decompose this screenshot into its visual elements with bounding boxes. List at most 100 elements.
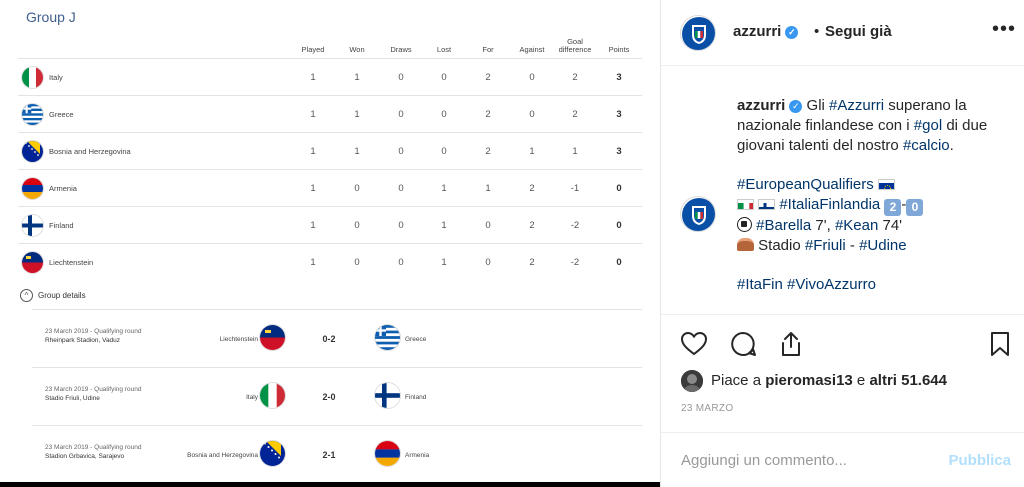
like-heart-icon[interactable] — [680, 330, 708, 358]
hashtag-link[interactable]: #EuropeanQualifiers — [737, 176, 874, 193]
avatar[interactable] — [680, 196, 716, 232]
col-lost: Lost — [436, 45, 452, 54]
liechtenstein-flag-icon — [260, 325, 285, 350]
lost-value: 1 — [441, 220, 447, 231]
comment-icon[interactable] — [729, 330, 757, 358]
played-value: 1 — [310, 220, 316, 231]
match-venue: Stadion Grbavica, Sarajevo — [45, 453, 125, 460]
goal-difference-value: 2 — [572, 72, 578, 83]
col-played: Played — [301, 45, 325, 54]
against-value: 2 — [529, 183, 535, 194]
col-against: Against — [519, 45, 545, 54]
points-value: 3 — [616, 109, 622, 120]
hashtag-link[interactable]: #Barella — [756, 217, 811, 234]
home-team: Liechtenstein — [219, 336, 258, 343]
italy-flag-icon — [260, 383, 285, 408]
col-for: For — [482, 45, 494, 54]
points-value: 0 — [616, 220, 622, 231]
match-score: 2-1 — [322, 450, 336, 460]
hashtag-link[interactable]: #gol — [914, 117, 942, 134]
standings-image: Group J Played Won Draws Lost For Agains… — [0, 0, 660, 487]
greece-flag-icon — [22, 104, 43, 125]
lost-value: 1 — [441, 183, 447, 194]
eu-flag-icon — [877, 179, 895, 191]
chevron-up-icon: ^ — [20, 289, 33, 302]
against-value: 2 — [529, 220, 535, 231]
match-venue: Stadio Friuli, Udine — [45, 395, 100, 402]
divider — [0, 482, 660, 487]
soccer-ball-icon — [737, 216, 752, 232]
post-caption: azzurri ✓ Gli #Azzurri superano la nazion… — [737, 96, 1017, 295]
against-value: 0 — [529, 72, 535, 83]
won-value: 1 — [354, 109, 360, 120]
match-score: 2-0 — [322, 392, 336, 402]
caption-username[interactable]: azzurri — [737, 97, 785, 114]
played-value: 1 — [310, 72, 316, 83]
played-value: 1 — [310, 257, 316, 268]
hashtag-link[interactable]: #calcio — [903, 137, 950, 154]
goal-difference-value: -2 — [570, 257, 580, 268]
username[interactable]: azzurri ✓ — [733, 23, 799, 40]
points-value: 3 — [616, 146, 622, 157]
hashtag-link[interactable]: #VivoAzzurro — [787, 276, 876, 293]
team-name: Finland — [49, 221, 74, 230]
away-team: Greece — [405, 336, 427, 343]
liechtenstein-flag-icon — [22, 252, 43, 273]
more-options-icon[interactable]: ••• — [992, 18, 1016, 41]
for-value: 0 — [485, 257, 491, 268]
hashtag-link[interactable]: #Udine — [859, 237, 907, 254]
publish-button[interactable]: Pubblica — [948, 452, 1011, 469]
post-header: azzurri ✓ • Segui già ••• — [661, 0, 1024, 66]
lost-value: 1 — [441, 257, 447, 268]
draws-value: 0 — [398, 257, 404, 268]
stadium-icon — [737, 237, 754, 251]
italy-flag-icon — [22, 67, 43, 88]
team-name: Armenia — [49, 184, 77, 193]
points-value: 3 — [616, 72, 622, 83]
standings-header: Played Won Draws Lost For Against Goal d… — [0, 36, 660, 58]
liker-avatar[interactable] — [681, 370, 703, 392]
for-value: 2 — [485, 72, 491, 83]
comment-input[interactable]: Aggiungi un commento... — [681, 452, 847, 469]
likes-count-link[interactable]: altri 51.644 — [869, 372, 947, 389]
home-team: Bosnia and Herzegovina — [187, 452, 258, 459]
lost-value: 0 — [441, 72, 447, 83]
against-value: 1 — [529, 146, 535, 157]
goal-difference-value: -2 — [570, 220, 580, 231]
hashtag-link[interactable]: #ItaliaFinlandia — [779, 196, 880, 213]
match-date: 23 March 2019 - Qualifying round — [45, 328, 142, 335]
against-value: 0 — [529, 109, 535, 120]
hashtag-link[interactable]: #Kean — [835, 217, 878, 234]
post-actions — [661, 314, 1024, 370]
hashtag-link[interactable]: #Friuli — [805, 237, 846, 254]
following-button[interactable]: Segui già — [825, 23, 892, 40]
hashtag-link[interactable]: #ItaFin — [737, 276, 783, 293]
lost-value: 0 — [441, 109, 447, 120]
finland-flag-icon — [375, 383, 400, 408]
italy-flag-icon — [737, 198, 754, 210]
draws-value: 0 — [398, 109, 404, 120]
goal-difference-value: -1 — [570, 183, 580, 194]
for-value: 1 — [485, 183, 491, 194]
match-date: 23 March 2019 - Qualifying round — [45, 444, 142, 451]
team-name: Bosnia and Herzegovina — [49, 147, 131, 156]
hashtag-link[interactable]: #Azzurri — [829, 97, 884, 114]
played-value: 1 — [310, 183, 316, 194]
for-value: 0 — [485, 220, 491, 231]
won-value: 0 — [354, 220, 360, 231]
away-team: Armenia — [405, 452, 430, 459]
post-date[interactable]: 23 MARZO — [681, 403, 733, 414]
won-value: 0 — [354, 183, 360, 194]
avatar[interactable] — [680, 15, 716, 51]
for-value: 2 — [485, 146, 491, 157]
played-value: 1 — [310, 146, 316, 157]
standings-row: Greece 1 1 0 0 2 0 2 3 — [18, 95, 642, 132]
share-icon[interactable] — [777, 330, 805, 358]
bookmark-icon[interactable] — [986, 330, 1014, 358]
liker-username[interactable]: pieromasi13 — [765, 372, 853, 389]
bosnia-flag-icon — [260, 441, 285, 466]
standings-row: Armenia 1 0 0 1 1 2 -1 0 — [18, 169, 642, 206]
greece-flag-icon — [375, 325, 400, 350]
match-row: 23 March 2019 - Qualifying round Stadion… — [32, 425, 642, 483]
